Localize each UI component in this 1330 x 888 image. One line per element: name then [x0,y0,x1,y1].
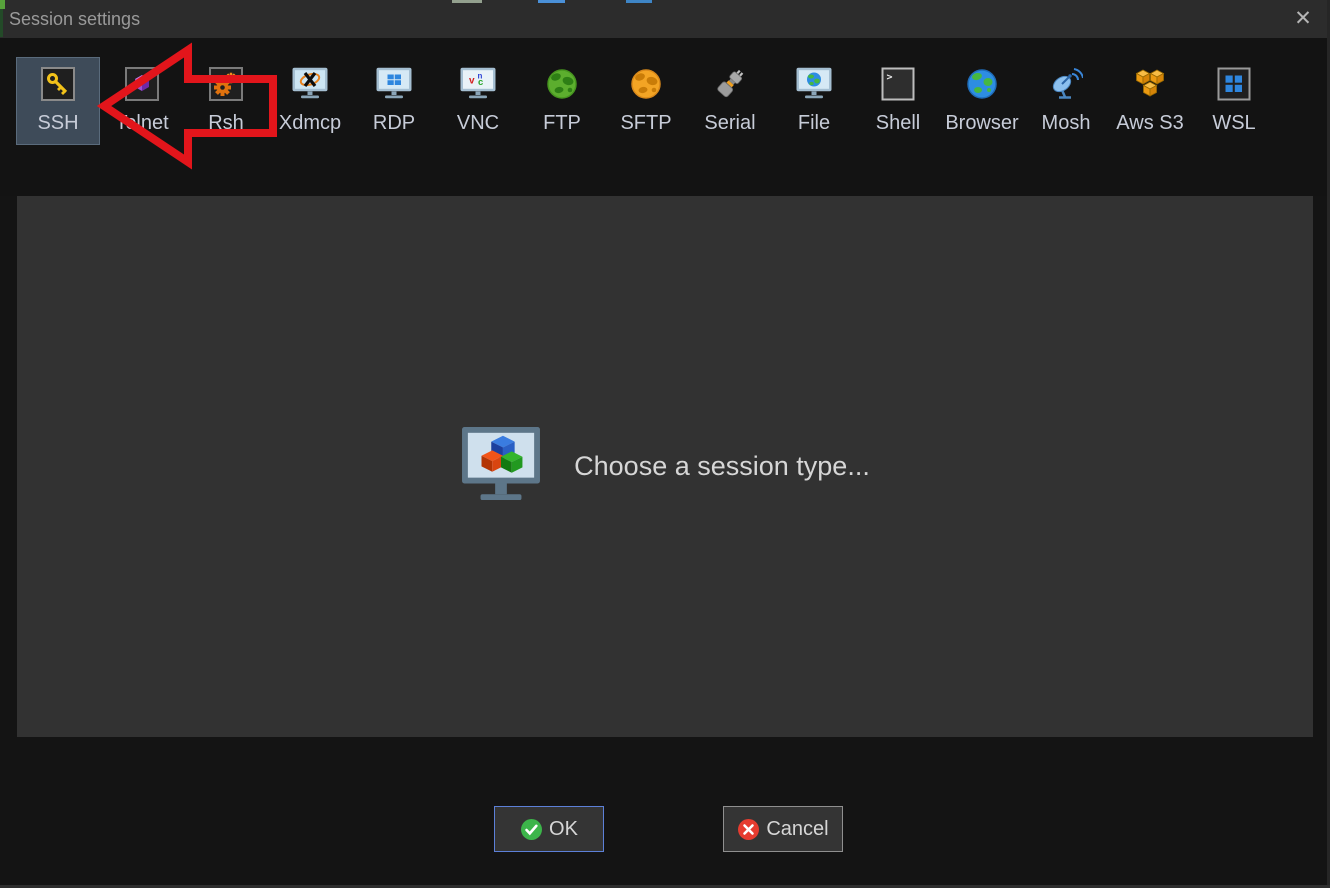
cancel-button[interactable]: Cancel [723,806,843,852]
session-settings-dialog: Session settings ✕ SSH Telnet Rsh Xdmcp … [0,0,1330,888]
close-icon[interactable]: ✕ [1284,2,1322,34]
background-window-fragment [452,0,482,3]
aws-cubes-icon [1133,58,1167,110]
session-type-label: Aws S3 [1116,112,1184,134]
svg-text:v: v [469,76,475,87]
green-globe-icon [546,58,578,110]
cancel-x-icon [737,818,760,841]
orange-globe-icon [630,58,662,110]
x11-monitor-icon [290,58,330,110]
session-type-label: RDP [372,112,416,134]
cancel-button-label: Cancel [766,817,829,840]
key-icon [41,58,75,110]
session-type-label: Telnet [115,112,169,134]
session-type-sftp[interactable]: SFTP [604,57,688,145]
background-window-fragment [0,0,5,9]
vnc-monitor-icon: v n c [458,58,498,110]
session-type-label: Rsh [208,112,244,134]
session-type-telnet[interactable]: Telnet [100,57,184,145]
session-panel: Choose a session type... [17,196,1313,737]
session-type-mosh[interactable]: Mosh [1024,57,1108,145]
gears-icon [209,58,243,110]
session-type-file[interactable]: File [772,57,856,145]
background-window-fragment [626,0,652,3]
session-type-label: Mosh [1041,112,1091,134]
session-type-label: Serial [704,112,756,134]
windows-logo-icon [1217,58,1251,110]
ok-check-icon [520,818,543,841]
svg-text:>: > [887,72,893,83]
session-type-label: VNC [456,112,500,134]
blue-globe-icon [966,58,998,110]
session-type-browser[interactable]: Browser [940,57,1024,145]
session-type-toolbar: SSH Telnet Rsh Xdmcp RDP v n c VNC FTP S… [0,38,1330,196]
session-type-aws-s3[interactable]: Aws S3 [1108,57,1192,145]
session-type-label: FTP [543,112,581,134]
session-type-label: SSH [37,112,79,134]
session-type-label: WSL [1212,112,1256,134]
dialog-title: Session settings [9,9,141,29]
session-type-ssh[interactable]: SSH [16,57,100,145]
session-type-label: File [797,112,831,134]
svg-text:c: c [478,77,483,88]
windows-monitor-icon [374,58,414,110]
session-type-wsl[interactable]: WSL [1192,57,1276,145]
plug-icon [713,58,747,110]
session-type-rdp[interactable]: RDP [352,57,436,145]
purple-cube-icon [125,58,159,110]
session-monitor-icon [460,426,542,507]
satellite-dish-icon [1049,58,1083,110]
background-window-fragment [0,9,3,37]
terminal-icon: > [881,58,915,110]
titlebar: Session settings ✕ [0,0,1330,38]
ok-button-label: OK [549,817,578,840]
ok-button[interactable]: OK [494,806,604,852]
session-type-xdmcp[interactable]: Xdmcp [268,57,352,145]
choose-session-message: Choose a session type... [574,451,870,481]
globe-monitor-icon [794,58,834,110]
session-type-vnc[interactable]: v n c VNC [436,57,520,145]
session-type-shell[interactable]: > Shell [856,57,940,145]
session-type-rsh[interactable]: Rsh [184,57,268,145]
background-window-fragment [538,0,565,3]
session-type-serial[interactable]: Serial [688,57,772,145]
session-type-label: Shell [875,112,921,134]
session-type-label: SFTP [620,112,672,134]
session-type-label: Browser [945,112,1019,134]
session-type-label: Xdmcp [278,112,342,134]
session-type-ftp[interactable]: FTP [520,57,604,145]
